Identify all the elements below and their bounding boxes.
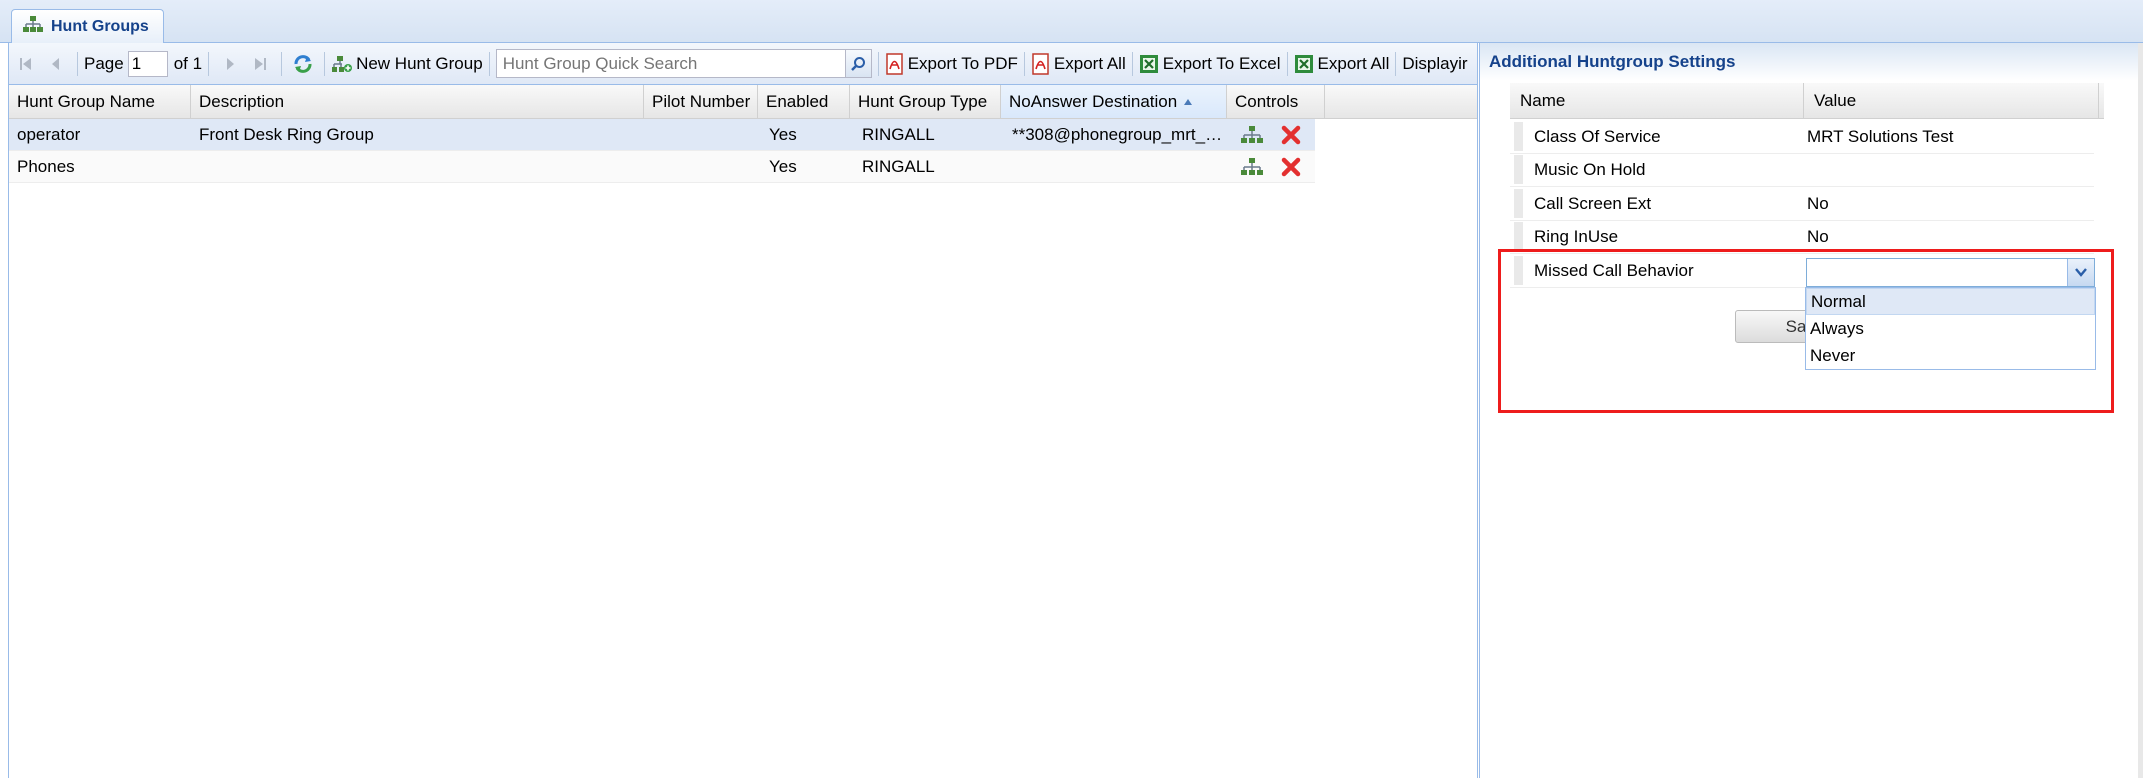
cell-name: Phones bbox=[17, 156, 75, 176]
settings-scrollbar[interactable] bbox=[2138, 43, 2143, 778]
tab-hunt-groups[interactable]: Hunt Groups bbox=[11, 9, 164, 43]
new-hunt-group-button[interactable]: New Hunt Group bbox=[331, 54, 483, 74]
column-header-noanswer[interactable]: NoAnswer Destination bbox=[1001, 85, 1227, 118]
column-header-name[interactable]: Hunt Group Name bbox=[9, 85, 191, 118]
column-header-description[interactable]: Description bbox=[191, 85, 644, 118]
paging-toolbar: Page of 1 bbox=[9, 43, 1477, 85]
cell-enabled: Yes bbox=[769, 156, 797, 176]
search-icon bbox=[851, 56, 866, 71]
refresh-icon[interactable] bbox=[292, 53, 314, 75]
row-grip bbox=[1514, 155, 1523, 184]
previous-page-icon[interactable] bbox=[45, 53, 67, 75]
page-count-label: of 1 bbox=[173, 53, 203, 73]
property-name: Ring InUse bbox=[1534, 226, 1619, 246]
toolbar-separator bbox=[208, 51, 210, 76]
excel-icon bbox=[1139, 54, 1159, 74]
next-page-icon[interactable] bbox=[219, 53, 241, 75]
property-value: No bbox=[1807, 193, 1829, 213]
export-all-pdf-label: Export All bbox=[1053, 53, 1126, 73]
new-hunt-group-icon bbox=[331, 55, 353, 73]
toolbar-separator bbox=[1286, 51, 1288, 76]
column-header-type[interactable]: Hunt Group Type bbox=[850, 85, 1001, 118]
first-page-icon[interactable] bbox=[15, 53, 37, 75]
grid-header: Hunt Group Name Description Pilot Number… bbox=[9, 85, 1477, 119]
export-all-excel-label: Export All bbox=[1317, 53, 1390, 73]
cell-enabled: Yes bbox=[769, 124, 797, 144]
pdf-icon bbox=[885, 52, 905, 75]
property-value: No bbox=[1807, 226, 1829, 246]
column-header-pilot-number[interactable]: Pilot Number bbox=[644, 85, 758, 118]
export-pdf-label: Export To PDF bbox=[907, 53, 1018, 73]
toolbar-separator bbox=[488, 51, 490, 76]
tab-label: Hunt Groups bbox=[51, 17, 149, 35]
page-number-input[interactable] bbox=[127, 50, 168, 77]
excel-icon bbox=[1294, 54, 1314, 74]
edit-members-icon[interactable] bbox=[1239, 125, 1265, 145]
export-all-excel-button[interactable]: Export All bbox=[1294, 53, 1390, 74]
edit-members-icon[interactable] bbox=[1239, 157, 1265, 177]
toolbar-separator bbox=[281, 51, 283, 76]
pdf-icon bbox=[1031, 52, 1051, 75]
property-name: Call Screen Ext bbox=[1534, 193, 1652, 213]
sort-ascending-icon bbox=[1183, 98, 1193, 106]
new-hunt-group-label: New Hunt Group bbox=[356, 53, 483, 73]
hunt-groups-panel: Page of 1 bbox=[8, 43, 1478, 778]
page-label: Page bbox=[84, 53, 124, 73]
property-name: Music On Hold bbox=[1534, 159, 1646, 179]
delete-icon[interactable] bbox=[1281, 157, 1301, 177]
export-excel-button[interactable]: Export To Excel bbox=[1139, 54, 1281, 74]
property-value: MRT Solutions Test bbox=[1807, 126, 1954, 146]
toolbar-separator bbox=[1395, 51, 1397, 76]
search-button[interactable] bbox=[845, 49, 872, 78]
row-grip bbox=[1514, 222, 1523, 251]
highlight-annotation-box bbox=[1498, 249, 2114, 413]
row-grip bbox=[1514, 122, 1523, 151]
table-row[interactable]: Phones Yes RINGALL bbox=[9, 151, 1315, 183]
table-row[interactable]: operator Front Desk Ring Group Yes RINGA… bbox=[9, 119, 1315, 151]
property-row-class-of-service[interactable]: Class Of Service MRT Solutions Test bbox=[1510, 120, 2094, 154]
export-pdf-button[interactable]: Export To PDF bbox=[885, 52, 1018, 75]
noanswer-header-label: NoAnswer Destination bbox=[1009, 91, 1178, 111]
export-excel-label: Export To Excel bbox=[1162, 53, 1281, 73]
property-grid-header: Name Value bbox=[1510, 83, 2104, 119]
property-row-call-screen-ext[interactable]: Call Screen Ext No bbox=[1510, 187, 2094, 221]
toolbar-separator bbox=[1023, 51, 1025, 76]
toolbar-separator bbox=[77, 51, 78, 76]
cell-type: RINGALL bbox=[862, 156, 935, 176]
column-header-enabled[interactable]: Enabled bbox=[758, 85, 850, 118]
column-header-setting-name[interactable]: Name bbox=[1510, 83, 1804, 118]
delete-icon[interactable] bbox=[1281, 125, 1301, 145]
export-all-pdf-button[interactable]: Export All bbox=[1031, 52, 1126, 75]
column-header-setting-value[interactable]: Value bbox=[1804, 83, 2099, 118]
cell-description: Front Desk Ring Group bbox=[199, 124, 374, 144]
settings-panel-title: Additional Huntgroup Settings bbox=[1480, 43, 2143, 81]
toolbar-separator bbox=[324, 51, 326, 76]
tab-strip: Hunt Groups bbox=[0, 0, 2143, 43]
toolbar-separator bbox=[877, 51, 879, 76]
toolbar-separator bbox=[1131, 51, 1133, 76]
search-input[interactable] bbox=[495, 49, 846, 78]
property-name: Class Of Service bbox=[1534, 126, 1661, 146]
last-page-icon[interactable] bbox=[249, 53, 271, 75]
org-chart-icon bbox=[22, 15, 44, 38]
column-header-controls[interactable]: Controls bbox=[1227, 85, 1325, 118]
cell-name: operator bbox=[17, 124, 81, 144]
row-grip bbox=[1514, 189, 1523, 218]
cell-noanswer: **308@phonegroup_mrt_test bbox=[1012, 124, 1223, 144]
property-row-music-on-hold[interactable]: Music On Hold bbox=[1510, 153, 2094, 187]
cell-type: RINGALL bbox=[862, 124, 935, 144]
display-info-text: Displayir bbox=[1402, 53, 1468, 73]
